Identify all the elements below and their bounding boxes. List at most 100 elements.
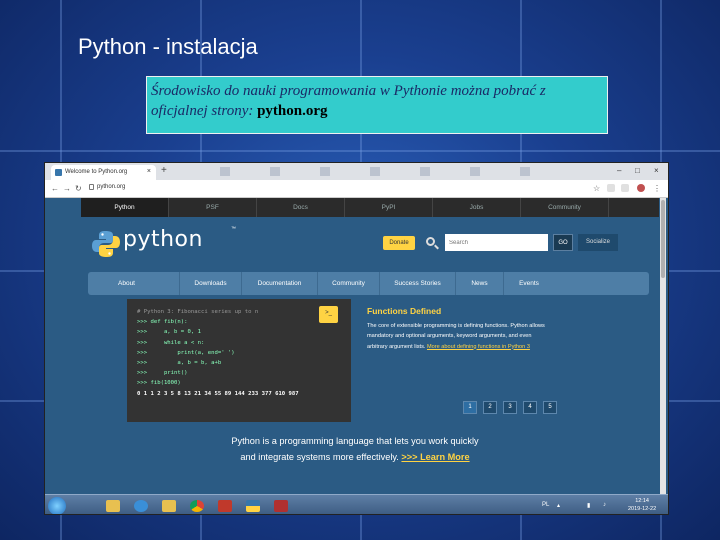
pager-button[interactable]: 3 (503, 401, 517, 414)
learn-more-link[interactable]: >>> Learn More (401, 452, 469, 462)
pager-button[interactable]: 2 (483, 401, 497, 414)
maximize-button[interactable]: □ (635, 166, 640, 175)
feature-text: The core of extensible programming is de… (367, 321, 552, 352)
feature-link[interactable]: More about defining functions in Python … (427, 344, 530, 350)
taskbar: PL ▴ ▮ ♪ 12:14 2019-12-22 (45, 494, 668, 514)
python-topnav: Python PSF Docs PyPI Jobs Community (81, 198, 659, 217)
taskbar-app-pdf[interactable] (213, 498, 237, 514)
code-line: >>> print(a, end=' ') (137, 349, 235, 356)
search-icon (426, 237, 435, 246)
volume-icon[interactable]: ♪ (603, 502, 606, 508)
menu-documentation[interactable]: Documentation (242, 272, 318, 295)
feature-title: Functions Defined (367, 306, 442, 316)
topnav-docs[interactable]: Docs (257, 198, 345, 217)
code-line: >>> fib(1000) (137, 380, 181, 387)
tagline-line-2: and integrate systems more effectively. … (205, 450, 505, 466)
avatar[interactable] (637, 184, 645, 192)
browser-screenshot: Welcome to Python.org × + – □ × ← → ↻ py… (44, 162, 669, 515)
socialize-button[interactable]: Socialize (578, 234, 618, 251)
code-line: # Python 3: Fibonacci series up to n (137, 309, 259, 315)
tab-close-icon[interactable]: × (147, 168, 151, 175)
donate-button[interactable]: Donate (383, 236, 415, 250)
taskbar-app-explorer[interactable] (101, 498, 125, 514)
ie-icon (134, 500, 148, 512)
menu-news[interactable]: News (456, 272, 504, 295)
tagline: Python is a programming language that le… (205, 434, 505, 465)
taskbar-app-chrome[interactable] (185, 498, 209, 514)
lock-icon (89, 184, 94, 190)
code-line: >>> def fib(n): (137, 319, 188, 326)
taskbar-app-game[interactable] (269, 498, 293, 514)
menu-downloads[interactable]: Downloads (180, 272, 242, 295)
topnav-psf[interactable]: PSF (169, 198, 257, 217)
tab-bar: Welcome to Python.org × + – □ × (45, 163, 668, 180)
grid-line (0, 150, 720, 152)
code-line: >>> a, b = b, a+b (137, 360, 222, 367)
topnav-pypi[interactable]: PyPI (345, 198, 433, 217)
taskbar-tab-icon (420, 167, 430, 176)
search-input[interactable] (445, 234, 548, 251)
topnav-jobs[interactable]: Jobs (433, 198, 521, 217)
browser-tab[interactable]: Welcome to Python.org × (51, 165, 156, 180)
footer-strip (81, 476, 659, 494)
topnav-community[interactable]: Community (521, 198, 609, 217)
scrollbar[interactable] (660, 198, 666, 494)
callout-link[interactable]: python.org (257, 103, 327, 119)
extension-icon[interactable] (621, 184, 629, 192)
python-icon (246, 500, 260, 512)
address-bar: ← → ↻ python.org ☆ ⋮ (45, 180, 668, 198)
code-line: >>> print() (137, 370, 188, 377)
menu-success-stories[interactable]: Success Stories (380, 272, 456, 295)
taskbar-app-ie[interactable] (129, 498, 153, 514)
chrome-icon (190, 500, 204, 512)
logo-trademark: ™ (231, 226, 236, 232)
taskbar-app-python[interactable] (241, 498, 265, 514)
tagline-text-2: and integrate systems more effectively. (240, 451, 402, 462)
start-button[interactable] (48, 497, 66, 514)
taskbar-tab-icon (220, 167, 230, 176)
code-output: 0 1 1 2 3 5 8 13 21 34 55 89 144 233 377… (137, 390, 299, 397)
pager-button[interactable]: 4 (523, 401, 537, 414)
clock-date: 2019-12-22 (628, 505, 657, 512)
close-window-button[interactable]: × (654, 166, 659, 175)
slide-title: Python - instalacja (78, 34, 258, 59)
minimize-button[interactable]: – (617, 166, 621, 175)
reload-icon[interactable]: ↻ (75, 184, 82, 193)
tab-title: Welcome to Python.org (65, 169, 128, 175)
clock[interactable]: 12:14 2019-12-22 (628, 498, 656, 513)
menu-events[interactable]: Events (504, 272, 554, 295)
code-line: >>> a, b = 0, 1 (137, 329, 201, 336)
menu-icon[interactable]: ⋮ (653, 184, 661, 193)
folder-icon (106, 500, 120, 512)
logo-text[interactable]: python (123, 227, 203, 252)
url-field[interactable]: python.org (97, 184, 125, 190)
menu-about[interactable]: About (88, 272, 180, 295)
go-button[interactable]: GO (553, 234, 573, 251)
pager-button[interactable]: 1 (463, 401, 477, 414)
code-sample: # Python 3: Fibonacci series up to n >>>… (127, 299, 351, 422)
forward-icon[interactable]: → (63, 184, 71, 193)
network-icon[interactable]: ▮ (587, 502, 590, 509)
star-icon[interactable]: ☆ (593, 184, 600, 193)
feature-panel: Functions Defined The core of extensible… (359, 299, 659, 422)
taskbar-app-folder[interactable] (157, 498, 181, 514)
taskbar-tab-icon (470, 167, 480, 176)
new-tab-button[interactable]: + (161, 165, 167, 176)
extension-icon[interactable] (607, 184, 615, 192)
pdf-icon (218, 500, 232, 512)
site-header: python ™ Donate GO Socialize (81, 217, 659, 267)
back-icon[interactable]: ← (51, 184, 59, 193)
tray-arrow-icon[interactable]: ▴ (557, 502, 560, 509)
code-line: >>> while a < n: (137, 339, 205, 346)
launch-shell-button[interactable]: >_ (319, 306, 338, 323)
pager-button[interactable]: 5 (543, 401, 557, 414)
menu-community[interactable]: Community (318, 272, 380, 295)
callout-text: Środowisko do nauki programowania w Pyth… (151, 83, 546, 119)
game-icon (274, 500, 288, 512)
taskbar-tab-icon (270, 167, 280, 176)
python-logo-icon[interactable] (91, 229, 121, 259)
language-indicator[interactable]: PL (542, 502, 549, 508)
topnav-python[interactable]: Python (81, 198, 169, 217)
clock-time: 12:14 (635, 498, 649, 504)
scrollbar-thumb[interactable] (661, 200, 665, 278)
